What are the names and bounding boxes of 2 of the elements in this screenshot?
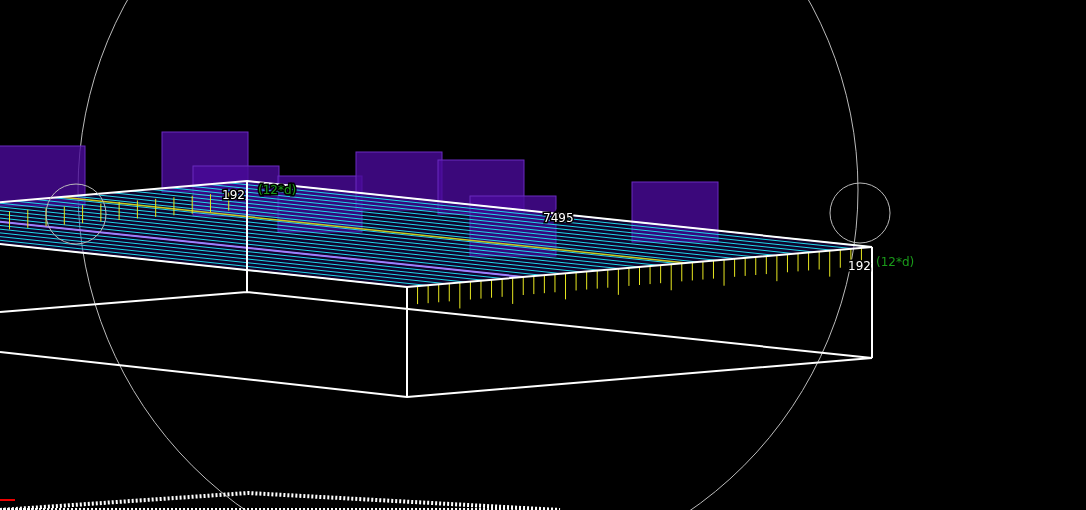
dimension-label: (12*d) bbox=[876, 255, 915, 269]
dimension-label: 192 bbox=[848, 259, 871, 273]
